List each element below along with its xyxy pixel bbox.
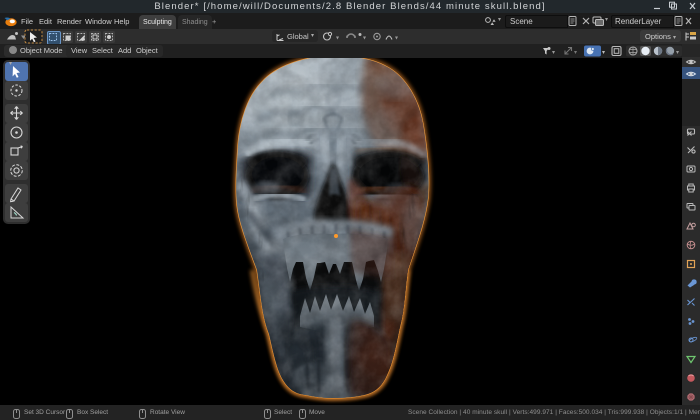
svg-text:▾: ▾ — [363, 36, 366, 42]
svg-text:▾: ▾ — [336, 36, 339, 42]
svg-text:▾: ▾ — [676, 50, 679, 56]
svg-text:▾: ▾ — [574, 50, 577, 56]
svg-text:▾: ▾ — [602, 50, 605, 56]
svg-text:▾: ▾ — [395, 36, 398, 42]
svg-text:▾: ▾ — [552, 50, 555, 56]
